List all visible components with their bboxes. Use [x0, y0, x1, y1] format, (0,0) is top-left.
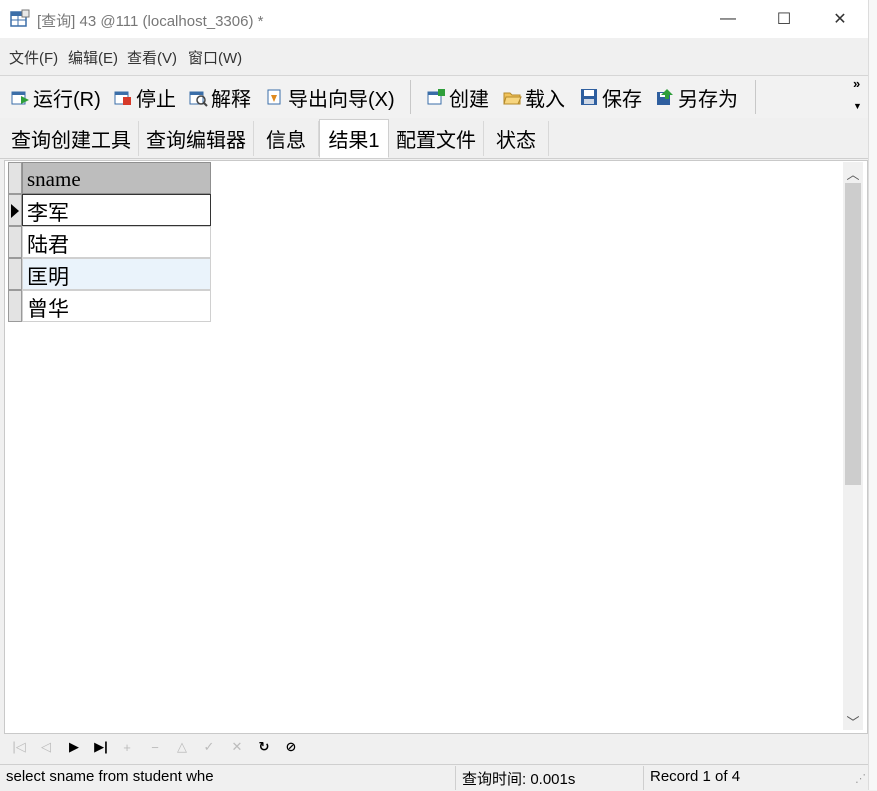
load-label: 载入 — [525, 88, 565, 111]
nav-post-button[interactable]: ✓ — [199, 738, 219, 756]
cancel-edit-icon: ✕ — [231, 739, 243, 754]
insert-record-icon: + — [123, 739, 131, 755]
row-indicator[interactable] — [8, 290, 22, 322]
save-as-label: 另存为 — [678, 88, 738, 111]
menu-file[interactable]: 文件(F) — [9, 47, 58, 68]
nav-insert-button[interactable]: + — [117, 738, 137, 756]
status-query-time: 查询时间: 0.001s — [462, 771, 576, 788]
current-row-arrow-icon — [11, 204, 19, 218]
table-row[interactable]: 匡明 — [22, 258, 211, 290]
tab-result1[interactable]: 结果1 — [319, 119, 389, 158]
chevron-double-right-icon: » — [853, 76, 861, 91]
cell-sname: 李军 — [27, 202, 69, 225]
cell-sname: 匡明 — [27, 266, 69, 289]
save-button[interactable]: 保存 — [579, 83, 642, 111]
table-icon — [10, 9, 30, 27]
create-icon — [427, 89, 445, 105]
next-record-icon: ▶ — [69, 739, 79, 754]
chevron-up-icon: ︿ — [846, 166, 860, 182]
nav-last-button[interactable]: ▶| — [91, 738, 111, 756]
run-icon — [11, 91, 29, 105]
scroll-down-button[interactable]: ﹀ — [843, 711, 863, 731]
background-window-edge — [868, 0, 877, 790]
window-title: [查询] 43 @111 (localhost_3306) * — [37, 13, 264, 30]
nav-refresh-button[interactable]: ↻ — [254, 738, 274, 756]
explain-icon — [189, 91, 208, 107]
status-sql: select sname from student whe — [6, 768, 214, 785]
export-icon — [267, 89, 281, 105]
last-record-icon: ▶| — [94, 739, 108, 754]
nav-first-button[interactable]: |◁ — [9, 738, 29, 756]
nav-next-button[interactable]: ▶ — [64, 738, 84, 756]
close-icon: ✕ — [833, 11, 847, 28]
chevron-down-icon: ▼ — [853, 101, 862, 111]
export-wizard-label: 导出向导(X) — [288, 88, 395, 111]
row-indicator[interactable] — [8, 194, 22, 226]
close-button[interactable]: ✕ — [812, 0, 868, 38]
stop-label: 停止 — [136, 88, 176, 111]
scroll-up-button[interactable]: ︿ — [843, 163, 863, 183]
tab-profile[interactable]: 配置文件 — [389, 121, 484, 156]
column-header-label: sname — [27, 167, 81, 191]
minimize-icon: — — [720, 10, 736, 27]
save-label: 保存 — [602, 88, 642, 111]
table-row[interactable]: 陆君 — [22, 226, 211, 258]
maximize-icon: ☐ — [776, 11, 792, 28]
nav-prev-button[interactable]: ◁ — [36, 738, 56, 756]
grid-corner — [8, 162, 22, 194]
tab-query-editor[interactable]: 查询编辑器 — [139, 121, 254, 156]
cell-sname: 陆君 — [27, 234, 69, 257]
stop-icon — [114, 91, 131, 105]
menu-edit[interactable]: 编辑(E) — [68, 47, 118, 68]
maximize-button[interactable]: ☐ — [756, 0, 812, 38]
run-label: 运行(R) — [33, 88, 101, 111]
edit-record-icon: △ — [177, 739, 187, 754]
tab-status[interactable]: 状态 — [484, 121, 549, 156]
nav-cancel-button[interactable]: ✕ — [227, 738, 247, 756]
table-row[interactable]: 李军 — [22, 194, 211, 226]
row-indicator[interactable] — [8, 258, 22, 290]
save-icon — [581, 89, 597, 105]
size-grip-icon[interactable]: ⋰ — [855, 772, 866, 785]
toolbar-overflow-button[interactable]: » ▼ — [853, 77, 862, 113]
save-as-icon — [657, 89, 673, 105]
first-record-icon: |◁ — [12, 739, 26, 754]
status-record: Record 1 of 4 — [650, 768, 741, 785]
prev-record-icon: ◁ — [41, 739, 51, 754]
folder-open-icon — [503, 92, 522, 105]
toolbar-separator — [755, 80, 756, 114]
nav-stop-button[interactable]: ⊘ — [281, 738, 301, 756]
status-divider — [455, 766, 456, 790]
refresh-icon: ↻ — [258, 739, 270, 754]
menu-view[interactable]: 查看(V) — [127, 47, 177, 68]
minimize-button[interactable]: — — [700, 0, 756, 38]
tab-query-builder[interactable]: 查询创建工具 — [4, 121, 139, 156]
chevron-down-icon: ﹀ — [846, 714, 860, 730]
nav-edit-button[interactable]: △ — [172, 738, 192, 756]
column-header-sname[interactable]: sname — [22, 162, 211, 194]
delete-record-icon: − — [151, 739, 159, 755]
cell-sname: 曾华 — [27, 298, 69, 321]
scrollbar-thumb[interactable] — [845, 183, 861, 485]
tab-info[interactable]: 信息 — [254, 121, 319, 156]
status-divider — [643, 766, 644, 790]
stop-button[interactable]: 停止 — [113, 83, 176, 111]
nav-delete-button[interactable]: − — [145, 738, 165, 756]
menu-window[interactable]: 窗口(W) — [188, 47, 242, 68]
export-wizard-button[interactable]: 导出向导(X) — [265, 83, 395, 111]
explain-button[interactable]: 解释 — [188, 83, 251, 111]
create-button[interactable]: 创建 — [426, 83, 489, 111]
row-indicator[interactable] — [8, 226, 22, 258]
explain-label: 解释 — [211, 88, 251, 111]
table-row[interactable]: 曾华 — [22, 290, 211, 322]
save-as-button[interactable]: 另存为 — [655, 83, 738, 111]
post-record-icon: ✓ — [203, 739, 215, 754]
toolbar-separator — [410, 80, 411, 114]
stop-icon: ⊘ — [285, 739, 297, 754]
run-button[interactable]: 运行(R) — [10, 83, 101, 111]
load-button[interactable]: 载入 — [502, 83, 565, 111]
create-label: 创建 — [449, 88, 489, 111]
